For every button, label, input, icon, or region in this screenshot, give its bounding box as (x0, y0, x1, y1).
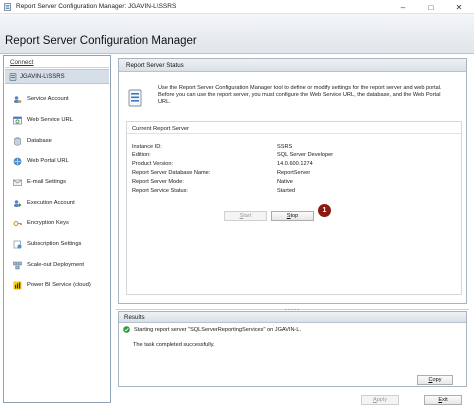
group-label: Current Report Server (132, 126, 190, 132)
sidebar-item-subscription-settings[interactable]: Subscription Settings (13, 238, 111, 250)
sidebar-item-label: Subscription Settings (27, 241, 82, 247)
subscription-settings-icon (13, 240, 22, 248)
callout-badge: 1 (318, 204, 331, 217)
sidebar-item-web-portal-url[interactable]: Web Portal URL (13, 155, 111, 167)
sidebar-item-label: Web Service URL (27, 117, 73, 123)
title-bar: Report Server Configuration Manager: JGA… (0, 0, 474, 14)
info-value: SSRS (277, 144, 293, 150)
sidebar-item-service-account[interactable]: Service Account (13, 93, 111, 105)
info-row-edition: Edition: SQL Server Developer (132, 152, 452, 160)
encryption-keys-icon (13, 220, 22, 226)
exit-button[interactable]: Exit (424, 395, 462, 405)
results-title: Results (119, 312, 466, 323)
info-row-database-name: Report Server Database Name: ReportServe… (132, 170, 452, 178)
sidebar-item-label: E-mail Settings (27, 179, 66, 185)
sidebar-item-web-service-url[interactable]: Web Service URL (13, 114, 111, 126)
sidebar-item-power-bi-service[interactable]: Power BI Service (cloud) (13, 279, 111, 291)
web-service-url-icon (13, 116, 22, 124)
result-message: Starting report server "SQLServerReporti… (134, 326, 302, 333)
sidebar-item-encryption-keys[interactable]: Encryption Keys (13, 217, 111, 229)
copy-button[interactable]: Copy (417, 375, 453, 385)
web-portal-url-icon (13, 157, 22, 165)
email-settings-icon (13, 179, 22, 186)
sidebar-item-label: Encryption Keys (27, 220, 69, 226)
group-divider (127, 133, 461, 134)
intro-text: Use the Report Server Configuration Mana… (158, 85, 458, 107)
main-content: Report Server Status Use the Report Serv… (116, 55, 471, 403)
info-key: Report Server Mode: (132, 179, 184, 185)
sidebar-item-label: Power BI Service (cloud) (27, 282, 91, 288)
info-value: 14.0.600.1274 (277, 161, 313, 167)
sidebar-item-label: Service Account (27, 96, 69, 102)
success-check-icon (123, 326, 130, 333)
info-row-product-version: Product Version: 14.0.600.1274 (132, 161, 452, 169)
info-key: Edition: (132, 152, 151, 158)
close-button[interactable]: ✕ (445, 0, 473, 14)
report-server-app-icon (4, 3, 11, 11)
connect-button[interactable]: Connect (5, 57, 109, 68)
report-server-icon (128, 89, 142, 107)
database-icon (14, 137, 21, 145)
power-bi-service-icon (13, 281, 22, 289)
server-node[interactable]: JGAVIN-L\SSRS (5, 69, 109, 84)
sidebar-item-database[interactable]: Database (13, 135, 111, 147)
server-node-label: JGAVIN-L\SSRS (20, 73, 65, 80)
info-key: Report Server Database Name: (132, 170, 211, 176)
maximize-button[interactable]: □ (417, 0, 445, 14)
execution-account-icon (14, 199, 22, 207)
intro-line: URL. (158, 99, 171, 106)
sidebar-item-execution-account[interactable]: Execution Account (13, 197, 111, 209)
sidebar-item-email-settings[interactable]: E-mail Settings (13, 176, 111, 188)
info-key: Instance ID: (132, 144, 162, 150)
info-key: Product Version: (132, 161, 174, 167)
intro-line: Before you can use the report server, yo… (158, 92, 441, 99)
minimize-button[interactable]: – (389, 0, 417, 14)
info-row-instance-id: Instance ID: SSRS (132, 144, 452, 152)
info-value: ReportServer (277, 170, 311, 176)
sidebar-item-label: Execution Account (27, 200, 75, 206)
result-message-row: Starting report server "SQLServerReporti… (123, 326, 301, 333)
sidebar-item-label: Web Portal URL (27, 158, 69, 164)
panel-title: Report Server Status (119, 59, 466, 72)
sidebar-item-label: Scale-out Deployment (27, 262, 85, 268)
result-completion: The task completed successfully. (133, 342, 215, 348)
header-band: Report Server Configuration Manager (0, 14, 474, 54)
server-icon (9, 72, 17, 81)
window-title: Report Server Configuration Manager: JGA… (16, 3, 177, 10)
sidebar: Connect JGAVIN-L\SSRS Service Account We… (3, 55, 111, 403)
start-button[interactable]: Start (224, 211, 267, 221)
app-title: Report Server Configuration Manager (5, 35, 197, 47)
info-value: Started (277, 188, 296, 194)
intro-line: Use the Report Server Configuration Mana… (158, 85, 442, 91)
sidebar-item-scale-out-deployment[interactable]: Scale-out Deployment (13, 259, 111, 271)
report-server-status-panel: Report Server Status Use the Report Serv… (118, 58, 467, 304)
service-account-icon (14, 95, 22, 103)
info-value: SQL Server Developer (277, 152, 334, 158)
apply-button[interactable]: Apply (361, 395, 399, 405)
info-row-server-mode: Report Server Mode: Native (132, 179, 452, 187)
results-panel: Results Starting report server "SQLServe… (118, 311, 467, 387)
scale-out-deployment-icon (13, 261, 22, 269)
sidebar-item-label: Database (27, 138, 52, 144)
info-key: Report Service Status: (132, 188, 188, 194)
info-value: Native (277, 179, 293, 185)
current-report-server-group: Current Report Server Instance ID: SSRS … (126, 121, 462, 295)
stop-button[interactable]: Stop (271, 211, 314, 221)
info-row-service-status: Report Service Status: Started (132, 188, 452, 196)
